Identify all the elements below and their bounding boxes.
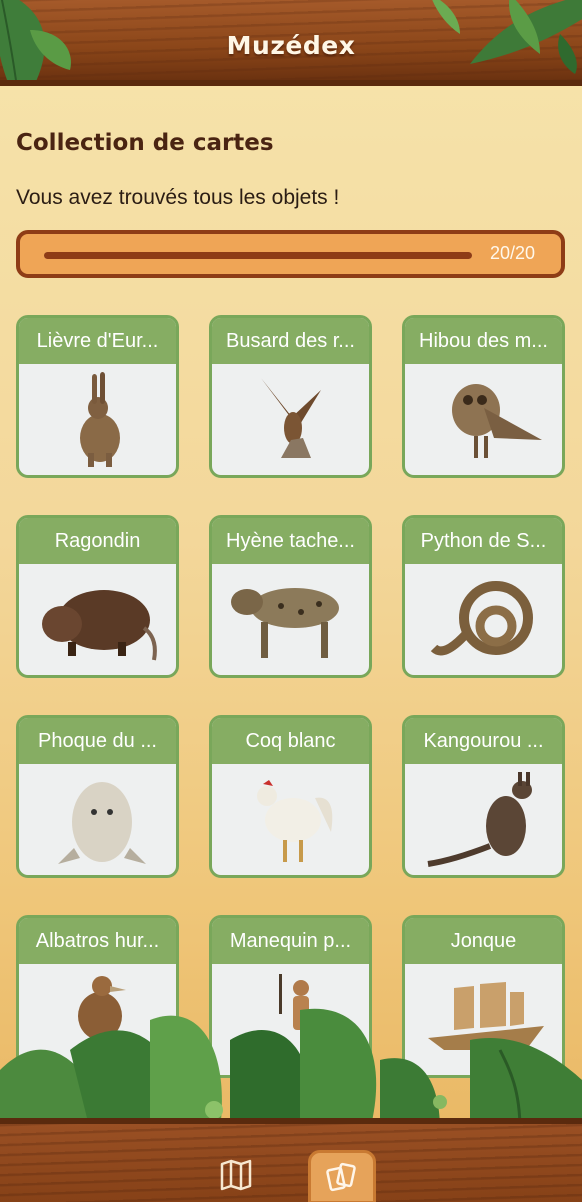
card-title: Ragondin: [19, 518, 176, 564]
progress-fill: [44, 252, 472, 259]
card-title: Jonque: [405, 918, 562, 964]
seal-image: [19, 764, 176, 875]
card-title: Python de S...: [405, 518, 562, 564]
collection-card[interactable]: Hyène tache...: [209, 515, 372, 678]
collection-progress-bar: 20/20: [16, 230, 565, 278]
main-content: Collection de cartes Vous avez trouvés t…: [16, 130, 566, 278]
coypu-image: [19, 564, 176, 675]
nav-cards-button[interactable]: [308, 1150, 376, 1202]
collection-card[interactable]: Phoque du ...: [16, 715, 179, 878]
albatross-image: [19, 964, 176, 1075]
card-title: Lièvre d'Eur...: [19, 318, 176, 364]
app-title: Muzédex: [226, 30, 356, 60]
collection-card[interactable]: Coq blanc: [209, 715, 372, 878]
status-message: Vous avez trouvés tous les objets !: [16, 186, 340, 209]
collection-card[interactable]: Busard des r...: [209, 315, 372, 478]
page-title: Collection de cartes: [16, 130, 274, 156]
leaf-decoration-right: [432, 0, 582, 74]
bottom-nav-bar: [0, 1118, 582, 1202]
kangaroo-image: [405, 764, 562, 875]
card-title: Coq blanc: [212, 718, 369, 764]
hare-image: [19, 364, 176, 475]
card-title: Albatros hur...: [19, 918, 176, 964]
card-title: Kangourou ...: [405, 718, 562, 764]
map-icon: [220, 1159, 252, 1191]
card-title: Busard des r...: [212, 318, 369, 364]
collection-card[interactable]: Hibou des m...: [402, 315, 565, 478]
collection-card[interactable]: Kangourou ...: [402, 715, 565, 878]
rooster-image: [212, 764, 369, 875]
card-title: Manequin p...: [212, 918, 369, 964]
app-header: Muzédex: [0, 0, 582, 86]
mannequin-image: [212, 964, 369, 1075]
collection-card[interactable]: Python de S...: [402, 515, 565, 678]
card-title: Hibou des m...: [405, 318, 562, 364]
collection-card[interactable]: Albatros hur...: [16, 915, 179, 1078]
collection-card[interactable]: Manequin p...: [209, 915, 372, 1078]
cards-icon: [326, 1162, 356, 1192]
collection-card[interactable]: Ragondin: [16, 515, 179, 678]
junk-ship-image: [405, 964, 562, 1075]
python-image: [405, 564, 562, 675]
nav-map-button[interactable]: [206, 1148, 266, 1202]
collection-card[interactable]: Lièvre d'Eur...: [16, 315, 179, 478]
card-title: Phoque du ...: [19, 718, 176, 764]
card-title: Hyène tache...: [212, 518, 369, 564]
hyena-image: [212, 564, 369, 675]
harrier-image: [212, 364, 369, 475]
collection-card[interactable]: Jonque: [402, 915, 565, 1078]
owl-image: [405, 364, 562, 475]
progress-track: [44, 252, 472, 259]
progress-label: 20/20: [489, 243, 535, 263]
leaf-decoration-left: [0, 0, 71, 80]
